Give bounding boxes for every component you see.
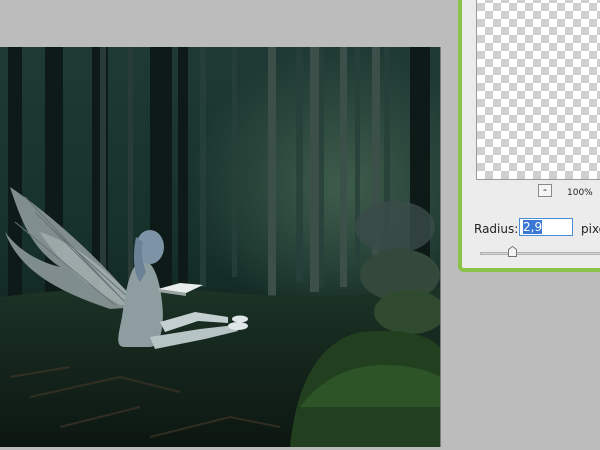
radius-input[interactable]: 2,9 bbox=[519, 218, 573, 236]
radius-slider-thumb[interactable] bbox=[508, 246, 517, 257]
canvas-area bbox=[0, 0, 458, 450]
radius-label: Radius: bbox=[474, 222, 519, 236]
filter-preview[interactable] bbox=[476, 0, 600, 180]
radius-value: 2,9 bbox=[523, 220, 543, 234]
filter-dialog: - 100% Radius: 2,9 pixe bbox=[458, 0, 600, 272]
document-image[interactable] bbox=[0, 47, 441, 447]
radius-unit-label: pixe bbox=[581, 222, 600, 236]
forest-angel-photo bbox=[0, 47, 440, 447]
radius-slider-track[interactable] bbox=[480, 252, 600, 255]
zoom-out-button[interactable]: - bbox=[538, 184, 552, 197]
zoom-level-label: 100% bbox=[567, 188, 593, 198]
